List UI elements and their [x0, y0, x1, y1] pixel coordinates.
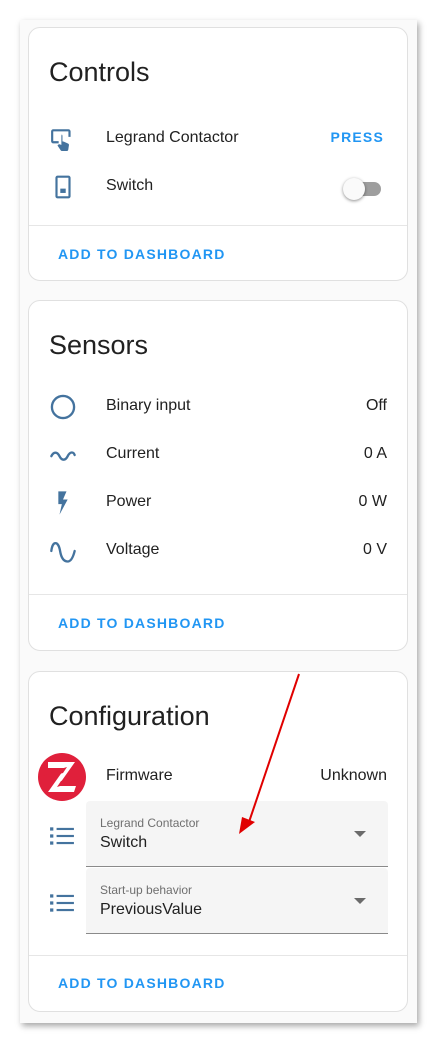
firmware-label: Firmware	[106, 767, 173, 784]
gesture-tap-icon	[49, 125, 77, 153]
format-list-bulleted-icon	[50, 894, 74, 912]
configuration-add-to-dashboard-button[interactable]: ADD TO DASHBOARD	[58, 975, 226, 991]
sensor-row-binary-input: Binary input Off	[29, 385, 407, 429]
press-button[interactable]: PRESS	[331, 129, 384, 145]
circle-outline-icon	[49, 393, 77, 421]
controls-divider	[29, 225, 407, 226]
sensor-label-current: Current	[106, 445, 160, 462]
control-label-switch: Switch	[106, 177, 154, 194]
sensor-value-current: 0 A	[363, 445, 387, 462]
configuration-card: Configuration Firmware Unknown Legrand C…	[28, 671, 408, 1012]
configuration-title: Configuration	[49, 701, 210, 731]
control-label-legrand-contactor: Legrand Contactor	[106, 129, 239, 146]
config-row-firmware: Firmware Unknown	[29, 753, 407, 801]
device-panel: Controls Legrand Contactor PRESS Switch	[20, 20, 417, 1023]
controls-add-to-dashboard-button[interactable]: ADD TO DASHBOARD	[58, 246, 226, 262]
controls-card: Controls Legrand Contactor PRESS Switch	[28, 27, 408, 281]
chevron-down-icon	[354, 831, 366, 837]
select-floating-label: Legrand Contactor	[100, 816, 200, 830]
sensor-label-binary-input: Binary input	[106, 397, 191, 414]
firmware-value: Unknown	[320, 767, 387, 784]
sensors-divider	[29, 594, 407, 595]
sensor-value-binary-input: Off	[365, 397, 387, 414]
flash-icon	[49, 489, 77, 517]
sensors-card: Sensors Binary input Off Current 0 A Pow…	[28, 300, 408, 651]
startup-behavior-select[interactable]: Start-up behavior PreviousValue	[86, 868, 388, 934]
toggle-thumb	[343, 178, 365, 200]
chevron-down-icon	[354, 898, 366, 904]
zigbee-logo	[38, 753, 86, 801]
select-value: Switch	[100, 834, 148, 851]
control-row-legrand-contactor: Legrand Contactor PRESS	[29, 117, 407, 161]
controls-title: Controls	[49, 57, 150, 87]
control-row-switch: Switch	[29, 165, 407, 209]
sensor-value-voltage: 0 V	[362, 541, 387, 558]
sensor-value-power: 0 W	[358, 493, 387, 510]
switch-toggle[interactable]	[343, 178, 381, 200]
format-list-bulleted-icon	[50, 827, 74, 845]
sensor-row-power: Power 0 W	[29, 481, 407, 525]
sensors-title: Sensors	[49, 330, 149, 360]
sensor-label-power: Power	[106, 493, 152, 510]
legrand-contactor-select[interactable]: Legrand Contactor Switch	[86, 801, 388, 867]
configuration-divider	[29, 955, 407, 956]
sensor-row-current: Current 0 A	[29, 433, 407, 477]
current-ac-icon	[49, 441, 77, 469]
light-switch-icon	[49, 173, 77, 201]
sensors-add-to-dashboard-button[interactable]: ADD TO DASHBOARD	[58, 615, 226, 631]
sensor-row-voltage: Voltage 0 V	[29, 529, 407, 573]
sine-wave-icon	[49, 537, 77, 565]
select-floating-label: Start-up behavior	[100, 883, 193, 897]
sensor-label-voltage: Voltage	[106, 541, 160, 558]
select-value: PreviousValue	[100, 901, 202, 918]
